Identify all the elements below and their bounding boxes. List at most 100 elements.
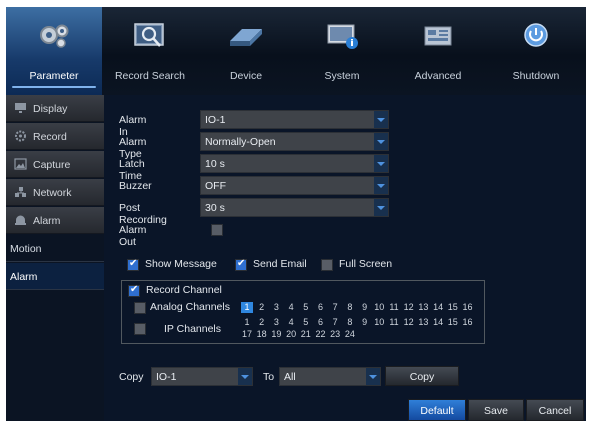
ip-channel-11[interactable]: 11	[388, 317, 400, 328]
ip-channel-6[interactable]: 6	[315, 317, 327, 328]
chevron-down-icon	[374, 133, 388, 150]
analog-channel-11[interactable]: 11	[388, 302, 400, 313]
alarm-in-dropdown[interactable]: IO-1	[200, 110, 389, 129]
capture-icon	[14, 158, 27, 170]
save-button[interactable]: Save	[468, 399, 524, 421]
ip-channel-2[interactable]: 2	[256, 317, 268, 328]
send-email-checkbox[interactable]	[235, 258, 247, 271]
analog-channel-15[interactable]: 15	[447, 302, 459, 313]
tab-system[interactable]: System	[294, 7, 390, 95]
active-tab-underline	[12, 86, 96, 88]
ip-channels-checkbox[interactable]	[134, 323, 146, 335]
copy-from-value: IO-1	[156, 371, 177, 383]
show-message-label: Show Message	[145, 258, 217, 270]
copy-to-dropdown[interactable]: All	[279, 367, 381, 386]
alarm-type-value: Normally-Open	[205, 136, 276, 148]
ip-channel-17[interactable]: 17	[241, 329, 253, 340]
network-icon	[14, 186, 27, 198]
ip-channel-12[interactable]: 12	[403, 317, 415, 328]
record-channel-label: Record Channel	[146, 284, 222, 296]
analog-channel-5[interactable]: 5	[300, 302, 312, 313]
tab-shutdown[interactable]: Shutdown	[486, 7, 586, 95]
alarm-type-label: Alarm Type	[119, 136, 147, 160]
tab-parameter[interactable]: Parameter	[6, 7, 102, 95]
latch-time-dropdown[interactable]: 10 s	[200, 154, 389, 173]
ip-channel-1[interactable]: 1	[241, 317, 253, 328]
analog-channel-9[interactable]: 9	[359, 302, 371, 313]
copy-button[interactable]: Copy	[385, 366, 459, 386]
ip-channel-23[interactable]: 23	[329, 329, 341, 340]
sidebar-item-alarm[interactable]: Alarm	[6, 207, 104, 234]
copy-to-value: All	[284, 371, 296, 383]
analog-channel-3[interactable]: 3	[270, 302, 282, 313]
sidebar-subitem-motion[interactable]: Motion	[6, 235, 104, 262]
ip-channel-4[interactable]: 4	[285, 317, 297, 328]
sidebar-subitem-alarm[interactable]: Alarm	[6, 263, 104, 290]
post-recording-value: 30 s	[205, 202, 225, 214]
ip-channel-14[interactable]: 14	[432, 317, 444, 328]
ip-channel-8[interactable]: 8	[344, 317, 356, 328]
ip-channel-20[interactable]: 20	[285, 329, 297, 340]
ip-channel-3[interactable]: 3	[270, 317, 282, 328]
buzzer-dropdown[interactable]: OFF	[200, 176, 389, 195]
sidebar-item-label: Network	[33, 187, 72, 199]
dvr-window: Parameter Record Search Device System Ad…	[6, 7, 586, 421]
analog-channel-12[interactable]: 12	[403, 302, 415, 313]
ip-channel-19[interactable]: 19	[270, 329, 282, 340]
analog-channel-16[interactable]: 16	[462, 302, 474, 313]
analog-channel-10[interactable]: 10	[373, 302, 385, 313]
ip-channel-10[interactable]: 10	[373, 317, 385, 328]
show-message-checkbox[interactable]	[127, 258, 139, 271]
default-button[interactable]: Default	[408, 399, 466, 421]
analog-channel-8[interactable]: 8	[344, 302, 356, 313]
ip-channel-18[interactable]: 18	[256, 329, 268, 340]
tab-label: Shutdown	[512, 70, 560, 82]
analog-channel-2[interactable]: 2	[256, 302, 268, 313]
ip-channel-22[interactable]: 22	[315, 329, 327, 340]
analog-channel-4[interactable]: 4	[285, 302, 297, 313]
copy-to-label: To	[263, 371, 275, 383]
tab-label: Parameter	[29, 70, 79, 82]
alarm-out-label: Alarm Out	[119, 224, 147, 248]
copy-from-dropdown[interactable]: IO-1	[151, 367, 253, 386]
ip-channel-5[interactable]: 5	[300, 317, 312, 328]
post-recording-dropdown[interactable]: 30 s	[200, 198, 389, 217]
ip-channel-24[interactable]: 24	[344, 329, 356, 340]
full-screen-checkbox[interactable]	[321, 259, 333, 271]
tab-advanced[interactable]: Advanced	[390, 7, 486, 95]
sidebar-item-network[interactable]: Network	[6, 179, 104, 206]
latch-time-value: 10 s	[205, 158, 225, 170]
alarm-out-checkbox[interactable]	[211, 224, 223, 236]
cancel-button[interactable]: Cancel	[526, 399, 584, 421]
chevron-down-icon	[374, 111, 388, 128]
alarm-type-dropdown[interactable]: Normally-Open	[200, 132, 389, 151]
sidebar-item-record[interactable]: Record	[6, 123, 104, 150]
analog-channel-grid: 1 2 3 4 5 6 7 8 9 10 11 12 13 14 15 16	[241, 302, 481, 313]
analog-channel-6[interactable]: 6	[315, 302, 327, 313]
ip-channel-7[interactable]: 7	[329, 317, 341, 328]
tab-label: Record Search	[114, 70, 186, 82]
tab-record-search[interactable]: Record Search	[102, 7, 198, 95]
sidebar-item-display[interactable]: Display	[6, 95, 104, 122]
monitor-info-icon	[324, 21, 360, 51]
cancel-button-label: Cancel	[538, 405, 572, 417]
sidebar-item-capture[interactable]: Capture	[6, 151, 104, 178]
ip-channel-13[interactable]: 13	[417, 317, 429, 328]
save-button-label: Save	[484, 405, 508, 417]
record-channel-checkbox[interactable]	[128, 284, 140, 297]
tab-device[interactable]: Device	[198, 7, 294, 95]
ip-channel-9[interactable]: 9	[359, 317, 371, 328]
analog-channels-checkbox[interactable]	[134, 302, 146, 314]
analog-channel-13[interactable]: 13	[417, 302, 429, 313]
ip-channel-21[interactable]: 21	[300, 329, 312, 340]
analog-channel-14[interactable]: 14	[432, 302, 444, 313]
sidebar-item-label: Capture	[33, 159, 71, 171]
ip-channel-15[interactable]: 15	[447, 317, 459, 328]
copy-label: Copy	[119, 371, 144, 383]
ip-channel-16[interactable]: 16	[462, 317, 474, 328]
alarm-in-value: IO-1	[205, 114, 226, 126]
analog-channel-1[interactable]: 1	[241, 302, 253, 313]
record-gear-icon	[14, 130, 27, 142]
buzzer-value: OFF	[205, 180, 226, 192]
analog-channel-7[interactable]: 7	[329, 302, 341, 313]
